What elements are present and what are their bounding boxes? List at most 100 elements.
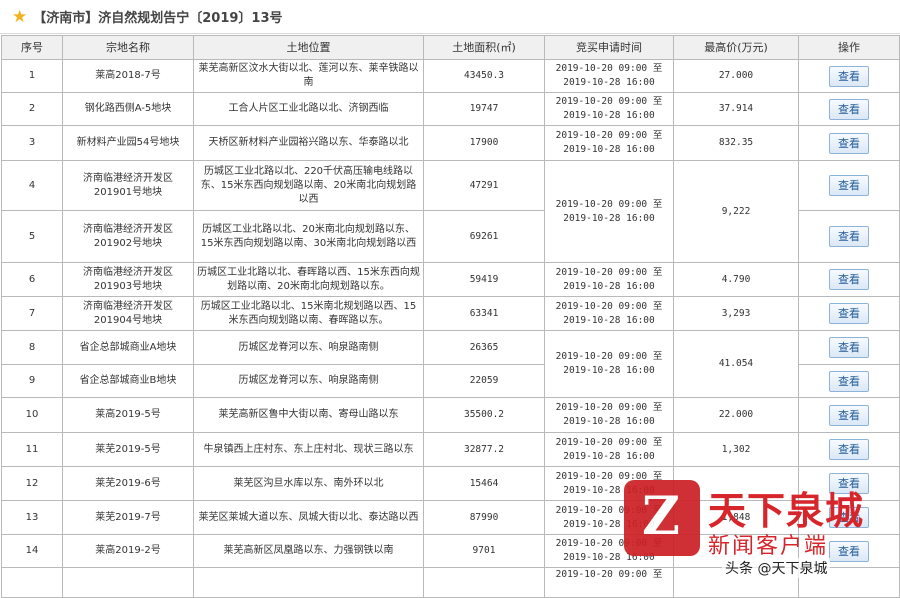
cell-no: 1 [1,59,63,93]
cell-price: 9,222 [673,160,799,263]
cell-action: 查看 [798,432,900,467]
table-header-row: 序号 宗地名称 土地位置 土地面积(㎡) 竞买申请时间 最高价(万元) 操作 [1,35,900,60]
cell-price: 1,848 [673,500,799,535]
cell-time: 2019-10-20 09:00 至 2019-10-28 16:00 [544,534,674,568]
cell-time: 2019-10-20 09:00 至 [544,567,674,598]
cell-price [673,466,799,501]
col-header-name: 宗地名称 [62,35,194,60]
cell-area: 69261 [423,210,545,263]
cell-time: 2019-10-20 09:00 至 2019-10-28 16:00 [544,466,674,501]
cell-name: 济南临港经济开发区201901号地块 [62,160,194,211]
cell-time: 2019-10-20 09:00 至 2019-10-28 16:00 [544,59,674,93]
view-button[interactable]: 查看 [829,303,869,324]
view-button[interactable]: 查看 [829,269,869,290]
view-button[interactable]: 查看 [829,370,869,392]
cell-location: 天桥区新材料产业园裕兴路以东、华泰路以北 [193,125,424,161]
cell-location: 牛泉镇西上庄村东、东上庄村北、现状三路以东 [193,432,424,467]
view-button[interactable]: 查看 [829,337,869,358]
cell-name: 莱高2019-5号 [62,397,194,433]
cell-price [673,534,799,568]
cell-no: 12 [1,466,63,501]
cell-no: 9 [1,364,63,398]
cell-price: 3,293 [673,296,799,331]
cell-action: 查看 [798,330,900,365]
view-button[interactable]: 查看 [829,175,869,196]
table-row: 2019-10-20 09:00 至 [1,567,900,598]
cell-name [62,567,194,598]
table-row: 4 济南临港经济开发区201901号地块 历城区工业北路以北、220千伏高压输电… [1,160,900,263]
cell-location: 历城区工业北路以北、220千伏高压输电线路以东、15米东西向规划路以南、20米南… [193,160,424,211]
cell-time: 2019-10-20 09:00 至 2019-10-28 16:00 [544,500,674,535]
cell-location: 莱芜高新区鲁中大街以南、寄母山路以东 [193,397,424,433]
view-button[interactable]: 查看 [829,98,869,120]
col-header-action: 操作 [798,35,900,60]
cell-location: 历城区工业北路以北、20米南北向规划路以东、15米东西向规划路以南、30米南北向… [193,210,424,263]
cell-price [673,567,799,598]
cell-time: 2019-10-20 09:00 至 2019-10-28 16:00 [544,92,674,126]
cell-name: 莱芜2019-7号 [62,500,194,535]
view-button[interactable]: 查看 [829,507,869,528]
cell-name: 莱芜2019-6号 [62,466,194,501]
cell-name: 济南临港经济开发区201902号地块 [62,210,194,263]
cell-location: 莱芜区沟旦水库以东、南外环以北 [193,466,424,501]
cell-area: 35500.2 [423,397,545,433]
cell-price: 37.914 [673,92,799,126]
cell-action: 查看 [798,397,900,433]
cell-name: 钢化路西侧A-5地块 [62,92,194,126]
view-button[interactable]: 查看 [829,132,869,154]
cell-location: 莱芜高新区汶水大街以北、莲河以东、莱辛铁路以南 [193,59,424,93]
cell-price: 41.054 [673,330,799,398]
cell-action: 查看 [798,92,900,126]
cell-price: 22.000 [673,397,799,433]
col-header-area: 土地面积(㎡) [423,35,545,60]
cell-area [423,567,545,598]
table-row: 13 莱芜2019-7号 莱芜区莱城大道以东、凤城大街以北、泰达路以西 8799… [1,500,900,535]
cell-action [798,567,900,598]
view-button[interactable]: 查看 [829,439,869,460]
cell-time: 2019-10-20 09:00 至 2019-10-28 16:00 [544,160,674,263]
col-header-price: 最高价(万元) [673,35,799,60]
cell-no: 3 [1,125,63,161]
cell-location: 莱芜高新区凤凰路以东、力强钢铁以南 [193,534,424,568]
col-header-no: 序号 [1,35,63,60]
cell-area: 63341 [423,296,545,331]
cell-no: 5 [1,210,63,263]
cell-name: 济南临港经济开发区201903号地块 [62,262,194,297]
cell-area: 47291 [423,160,545,211]
cell-location: 莱芜区莱城大道以东、凤城大街以北、泰达路以西 [193,500,424,535]
table-row: 2 钢化路西侧A-5地块 工合人片区工业北路以北、济钢西临 19747 2019… [1,92,900,126]
cell-price: 832.35 [673,125,799,161]
cell-name: 新材料产业园54号地块 [62,125,194,161]
table-row: 7 济南临港经济开发区201904号地块 历城区工业北路以北、15米南北规划路以… [1,296,900,331]
cell-name: 济南临港经济开发区201904号地块 [62,296,194,331]
table-row: 6 济南临港经济开发区201903号地块 历城区工业北路以北、春晖路以西、15米… [1,262,900,297]
cell-time: 2019-10-20 09:00 至 2019-10-28 16:00 [544,262,674,297]
cell-area: 43450.3 [423,59,545,93]
cell-no [1,567,63,598]
table-row: 11 莱芜2019-5号 牛泉镇西上庄村东、东上庄村北、现状三路以东 32877… [1,432,900,467]
cell-no: 2 [1,92,63,126]
col-header-time: 竞买申请时间 [544,35,674,60]
cell-action: 查看 [798,160,900,211]
cell-action: 查看 [798,262,900,297]
cell-no: 6 [1,262,63,297]
cell-area: 22059 [423,364,545,398]
cell-action: 查看 [798,466,900,501]
cell-location: 历城区工业北路以北、春晖路以西、15米东西向规划路以南、20米南北向规划路以东。 [193,262,424,297]
view-button[interactable]: 查看 [829,540,869,562]
view-button[interactable]: 查看 [829,65,869,87]
view-button[interactable]: 查看 [829,226,869,247]
table-row: 3 新材料产业园54号地块 天桥区新材料产业园裕兴路以东、华泰路以北 17900… [1,125,900,161]
view-button[interactable]: 查看 [829,404,869,426]
cell-area: 32877.2 [423,432,545,467]
cell-name: 省企总部城商业A地块 [62,330,194,365]
cell-no: 14 [1,534,63,568]
cell-no: 8 [1,330,63,365]
cell-action: 查看 [798,364,900,398]
view-button[interactable]: 查看 [829,473,869,494]
cell-action: 查看 [798,125,900,161]
col-header-location: 土地位置 [193,35,424,60]
table-row: 8 省企总部城商业A地块 历城区龙脊河以东、响泉路南侧 26365 2019-1… [1,330,900,398]
cell-location: 历城区龙脊河以东、响泉路南侧 [193,364,424,398]
cell-price: 1,302 [673,432,799,467]
